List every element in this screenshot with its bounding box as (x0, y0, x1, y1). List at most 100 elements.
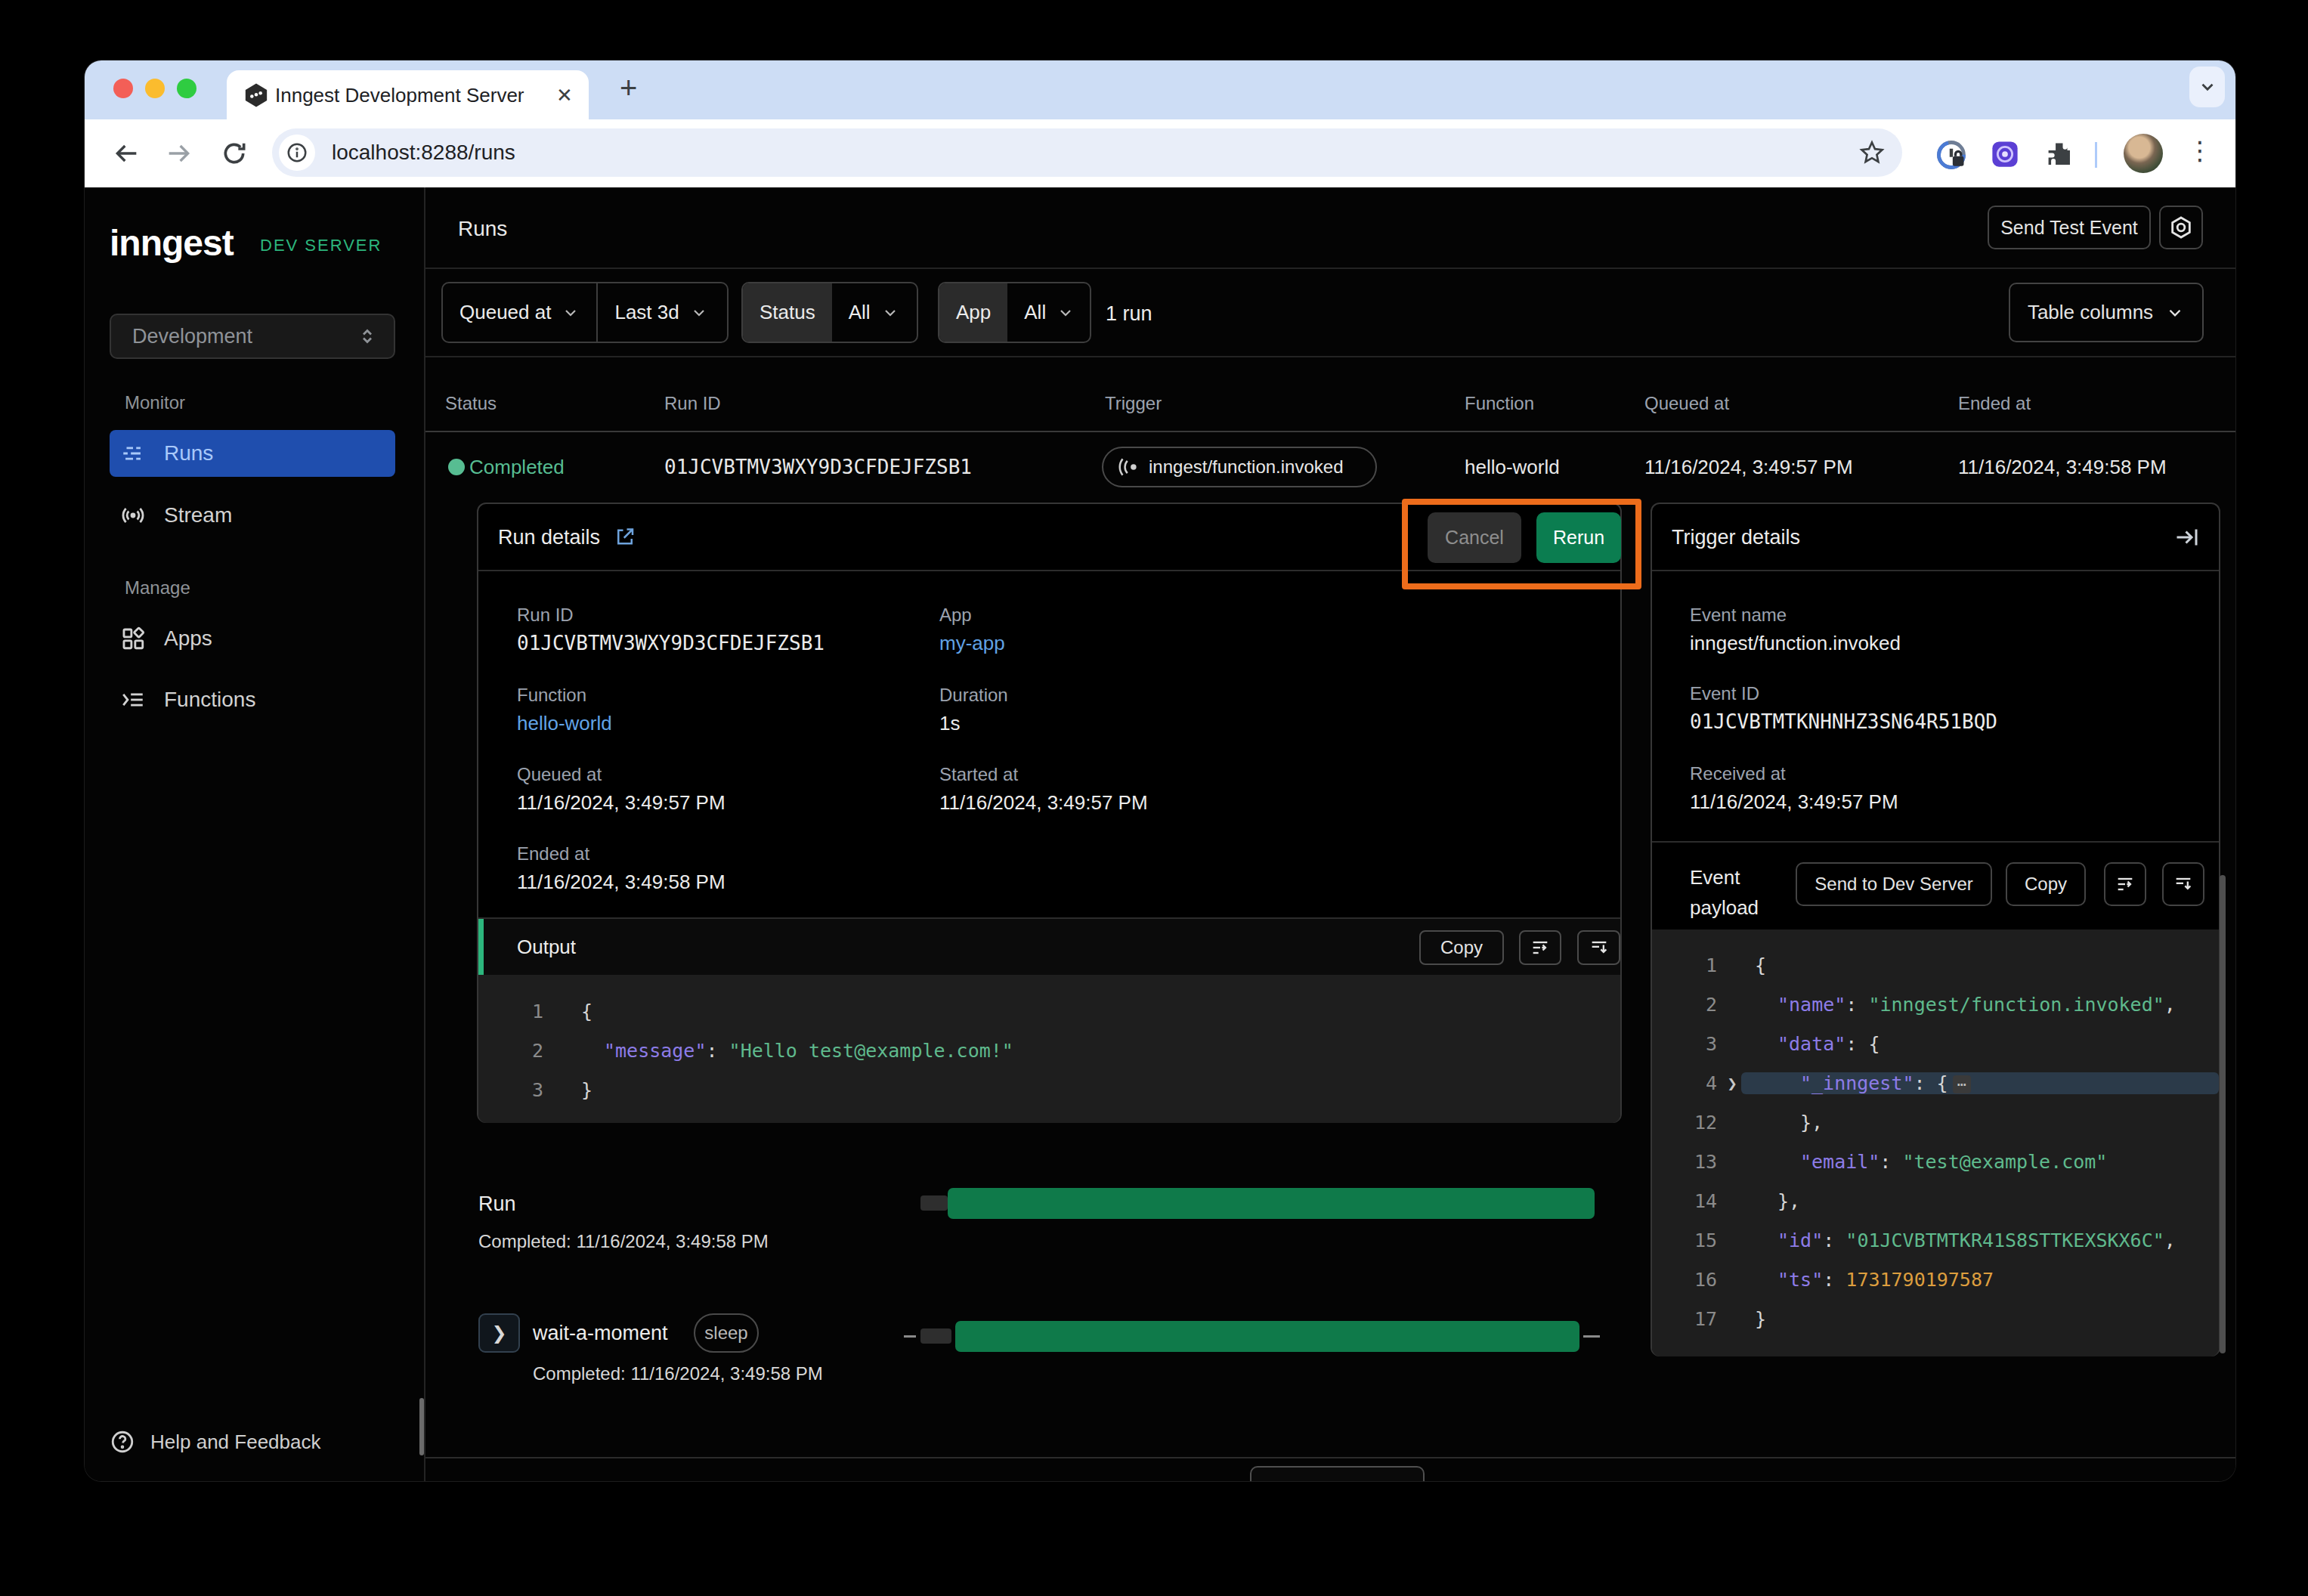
payload-copy-button[interactable]: Copy (2006, 862, 2086, 906)
code-line: 12}, (1652, 1103, 2219, 1142)
duration-value: 1s (939, 712, 960, 735)
sidebar-scrollbar-thumb[interactable] (419, 1398, 424, 1455)
trigger-badge-label: inngest/function.invoked (1149, 456, 1344, 478)
step-bar[interactable] (955, 1321, 1579, 1352)
bookmark-star-icon[interactable] (1858, 139, 1886, 166)
tab-search-chevron-icon[interactable] (2189, 66, 2225, 107)
payload-expand-icon-button[interactable] (2162, 862, 2204, 906)
browser-tab[interactable]: Inngest Development Server ✕ (227, 70, 589, 119)
app-link[interactable]: my-app (939, 632, 1005, 655)
send-test-event-button[interactable]: Send Test Event (1988, 206, 2151, 249)
app-label: App (939, 605, 972, 626)
time-field-select[interactable]: Queued at (443, 283, 596, 342)
output-section-header: Output Copy (478, 917, 1620, 975)
fold-chevron-icon[interactable]: ❯ (1723, 1074, 1741, 1093)
tab-close-icon[interactable]: ✕ (556, 84, 573, 107)
output-expand-icon-button[interactable] (1577, 930, 1620, 965)
browser-toolbar: localhost:8288/runs ⋮ (85, 119, 2235, 187)
sidebar-item-runs[interactable]: Runs (110, 430, 395, 477)
sidebar-item-label: Apps (164, 626, 212, 651)
page-title: Runs (458, 217, 507, 241)
output-copy-button[interactable]: Copy (1419, 930, 1504, 965)
output-wrap-icon-button[interactable] (1519, 930, 1561, 965)
run-queued-segment (920, 1195, 948, 1211)
payload-wrap-icon-button[interactable] (2104, 862, 2146, 906)
run-bar[interactable] (948, 1188, 1595, 1219)
extension-purple-icon[interactable] (1989, 138, 2021, 170)
code-line: 17} (1652, 1299, 2219, 1338)
inngest-app: inngest DEV SERVER Development Monitor R… (85, 187, 2235, 1481)
code-line: 2"message": "Hello test@example.com!" (478, 1031, 1620, 1070)
forward-icon[interactable] (164, 138, 194, 169)
status-filter[interactable]: Status All (741, 282, 918, 343)
tab-title: Inngest Development Server (275, 84, 524, 107)
step-expand-chevron[interactable]: ❯ (478, 1313, 520, 1353)
duration-label: Duration (939, 685, 1008, 706)
sidebar-item-label: Functions (164, 688, 255, 712)
close-window-button[interactable] (113, 79, 133, 98)
function-link[interactable]: hello-world (517, 712, 612, 735)
app-filter[interactable]: App All (938, 282, 1091, 343)
browser-window: Inngest Development Server ✕ + localhost… (85, 60, 2235, 1481)
time-filter[interactable]: Queued at Last 3d (441, 282, 729, 343)
table-columns-button[interactable]: Table columns (2009, 283, 2204, 342)
url-text: localhost:8288/runs (332, 141, 515, 165)
collapse-panel-icon[interactable] (2173, 524, 2201, 551)
code-line: 16"ts": 1731790197587 (1652, 1260, 2219, 1299)
col-status: Status (445, 393, 497, 414)
queued-at-label: Queued at (517, 764, 602, 785)
event-icon (1117, 456, 1140, 478)
main-scrollbar-thumb[interactable] (2220, 875, 2226, 1353)
row-queued-at: 11/16/2024, 3:49:57 PM (1644, 456, 1853, 479)
status-filter-select[interactable]: All (832, 283, 916, 342)
divider (1652, 841, 2219, 843)
status-filter-label: Status (743, 283, 832, 342)
new-tab-button[interactable]: + (620, 71, 637, 105)
extensions-puzzle-icon[interactable] (2043, 138, 2075, 170)
event-payload-label: Event payload (1690, 862, 1781, 923)
col-function: Function (1465, 393, 1534, 414)
app-filter-select[interactable]: All (1007, 283, 1091, 342)
sidebar-item-apps[interactable]: Apps (110, 615, 395, 662)
environment-value: Development (132, 325, 252, 348)
minimize-window-button[interactable] (145, 79, 165, 98)
output-accent-bar (478, 919, 484, 976)
step-name: wait-a-moment (533, 1322, 668, 1345)
url-bar[interactable]: localhost:8288/runs (272, 128, 1902, 177)
col-run-id: Run ID (664, 393, 721, 414)
partial-bottom-button[interactable] (1250, 1466, 1425, 1481)
code-line: 1{ (1652, 945, 2219, 985)
functions-icon (120, 687, 146, 713)
environment-select[interactable]: Development (110, 314, 395, 359)
row-status: Completed (469, 456, 565, 479)
settings-gear-button[interactable] (2159, 206, 2203, 249)
back-icon[interactable] (111, 138, 141, 169)
external-link-icon[interactable] (614, 526, 636, 549)
trigger-event-badge[interactable]: inngest/function.invoked (1102, 447, 1377, 487)
app-filter-value: All (1024, 301, 1046, 324)
browser-tab-strip: Inngest Development Server ✕ + (85, 60, 2235, 119)
maximize-window-button[interactable] (177, 79, 196, 98)
sidebar-item-functions[interactable]: Functions (110, 676, 395, 723)
browser-menu-icon[interactable]: ⋮ (2187, 135, 2213, 165)
password-manager-icon[interactable] (1935, 138, 1968, 172)
started-at-label: Started at (939, 764, 1018, 785)
page-header: Runs Send Test Event (425, 187, 2235, 269)
row-run-id: 01JCVBTMV3WXY9D3CFDEJFZSB1 (664, 456, 972, 478)
status-filter-value: All (849, 301, 871, 324)
send-to-dev-server-button[interactable]: Send to Dev Server (1796, 862, 1992, 906)
filter-bar: Queued at Last 3d Status All (425, 269, 2235, 357)
help-and-feedback[interactable]: Help and Feedback (110, 1429, 320, 1455)
site-info-icon[interactable] (279, 135, 315, 171)
sidebar-item-stream[interactable]: Stream (110, 492, 395, 539)
code-line: 15"id": "01JCVBTMTKR41S8STTKEXSKX6C", (1652, 1220, 2219, 1260)
profile-avatar[interactable] (2124, 134, 2163, 173)
reload-icon[interactable] (219, 138, 249, 169)
time-range-select[interactable]: Last 3d (598, 283, 724, 342)
inngest-favicon (243, 82, 269, 108)
run-count: 1 run (1106, 302, 1152, 326)
status-dot (448, 459, 465, 475)
trigger-details-header: Trigger details (1652, 504, 2219, 571)
timeline-run-completed: Completed: 11/16/2024, 3:49:58 PM (478, 1231, 769, 1252)
manage-section-label: Manage (125, 577, 190, 598)
